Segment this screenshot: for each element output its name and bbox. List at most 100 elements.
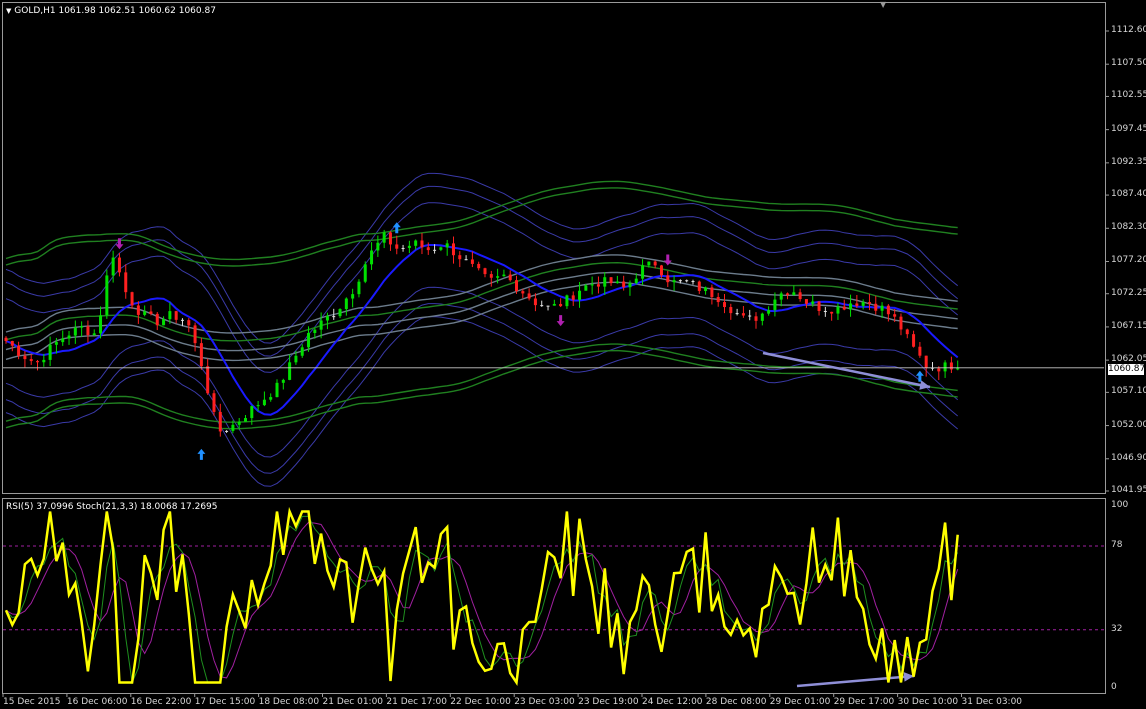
- candle-body: [407, 245, 411, 248]
- time-axis-tick: 29 Dec 01:00: [769, 697, 831, 707]
- candle-body: [99, 315, 103, 334]
- channel-band-line: [5, 180, 958, 261]
- time-axis-tick: 18 Dec 08:00: [258, 697, 320, 707]
- channel-band-line: [5, 271, 958, 352]
- price-axis-tick: 1082.30: [1111, 222, 1146, 233]
- candle-body: [187, 320, 191, 326]
- candle-body: [899, 316, 903, 330]
- candle-body: [792, 292, 796, 296]
- time-axis-tick: 16 Dec 06:00: [66, 697, 128, 707]
- channel-band-line: [5, 187, 958, 267]
- candle-body: [817, 301, 821, 311]
- candle-body: [748, 315, 752, 317]
- price-axis-tick: 1097.45: [1111, 123, 1146, 134]
- sell-arrow-icon: [663, 254, 672, 266]
- candle-body: [231, 424, 235, 431]
- buy-arrow-icon: [915, 370, 924, 382]
- candle-body: [54, 342, 58, 345]
- candle-body: [10, 341, 14, 346]
- candle-body: [874, 303, 878, 311]
- candle-body: [48, 344, 52, 360]
- candle-body: [29, 359, 33, 362]
- candle-body: [218, 411, 222, 432]
- candle-body: [672, 280, 676, 283]
- candle-body: [130, 292, 134, 306]
- candle-body: [867, 302, 871, 304]
- candle-body: [269, 397, 273, 400]
- chart-shift-marker-icon[interactable]: ▼: [880, 0, 886, 9]
- candle-body: [395, 244, 399, 249]
- indicator-axis-tick: 32: [1111, 623, 1123, 634]
- time-axis-tick: 21 Dec 17:00: [386, 697, 447, 707]
- candle-body: [855, 303, 859, 306]
- candle-body: [225, 430, 229, 432]
- buy-arrow-icon: [197, 448, 206, 460]
- candle-body: [281, 379, 285, 383]
- candle-body: [149, 311, 153, 314]
- price-axis-tick: 1057.10: [1111, 386, 1146, 397]
- candle-body: [659, 265, 663, 276]
- candle-body: [540, 305, 544, 307]
- candle-body: [949, 362, 953, 370]
- candle-body: [206, 366, 210, 394]
- candle-body: [4, 337, 8, 342]
- candle-body: [307, 332, 311, 348]
- candle-body: [754, 316, 758, 321]
- candle-body: [439, 247, 443, 250]
- candle-body: [23, 355, 27, 360]
- candle-body: [414, 240, 418, 246]
- candle-body: [634, 278, 638, 284]
- candle-body: [622, 281, 626, 288]
- candle-body: [433, 249, 437, 251]
- chart-canvas: [2, 30, 1109, 697]
- candle-body: [578, 290, 582, 300]
- candle-body: [237, 421, 241, 425]
- candle-body: [565, 295, 569, 307]
- candle-body: [515, 280, 519, 292]
- candle-body: [17, 345, 21, 356]
- candle-body: [67, 335, 71, 339]
- candle-body: [905, 329, 909, 335]
- candle-body: [489, 274, 493, 278]
- candle-body: [943, 362, 947, 372]
- candle-body: [773, 299, 777, 311]
- candle-body: [697, 281, 701, 291]
- price-axis-tick: 1072.25: [1111, 287, 1146, 298]
- candle-body: [641, 265, 645, 279]
- candle-body: [288, 362, 292, 380]
- candle-body: [143, 311, 147, 315]
- price-axis-tick: 1107.50: [1111, 58, 1146, 69]
- candle-body: [590, 284, 594, 286]
- candle-body: [212, 393, 216, 412]
- time-axis-tick: 21 Dec 01:00: [322, 697, 384, 707]
- price-axis-tick: 1041.95: [1111, 485, 1146, 495]
- candle-body: [735, 313, 739, 315]
- candle-body: [294, 355, 298, 363]
- time-axis-tick: 30 Dec 10:00: [897, 697, 959, 707]
- indicator-axis-tick: 0: [1111, 682, 1117, 692]
- candle-body: [830, 311, 834, 314]
- candle-body: [716, 297, 720, 303]
- candle-body: [111, 257, 115, 276]
- candle-body: [918, 346, 922, 356]
- candle-body: [798, 292, 802, 300]
- price-axis-tick: 1087.40: [1111, 189, 1146, 200]
- candle-body: [937, 368, 941, 372]
- time-axis-tick: 28 Dec 08:00: [705, 697, 767, 707]
- candle-body: [786, 293, 790, 296]
- candle-body: [779, 293, 783, 300]
- candle-body: [344, 298, 348, 310]
- candle-body: [886, 305, 890, 315]
- candle-body: [445, 243, 449, 248]
- candle-body: [861, 302, 865, 306]
- candle-body: [628, 283, 632, 288]
- candle-body: [804, 299, 808, 304]
- indicator-axis-tick: 78: [1111, 540, 1123, 551]
- candle-body: [521, 291, 525, 294]
- candle-body: [180, 319, 184, 321]
- candle-body: [80, 326, 84, 328]
- candle-body: [849, 303, 853, 310]
- candle-body: [451, 243, 455, 256]
- envelope-band-line: [5, 303, 959, 474]
- current-price-label: 1060.87: [1108, 364, 1146, 375]
